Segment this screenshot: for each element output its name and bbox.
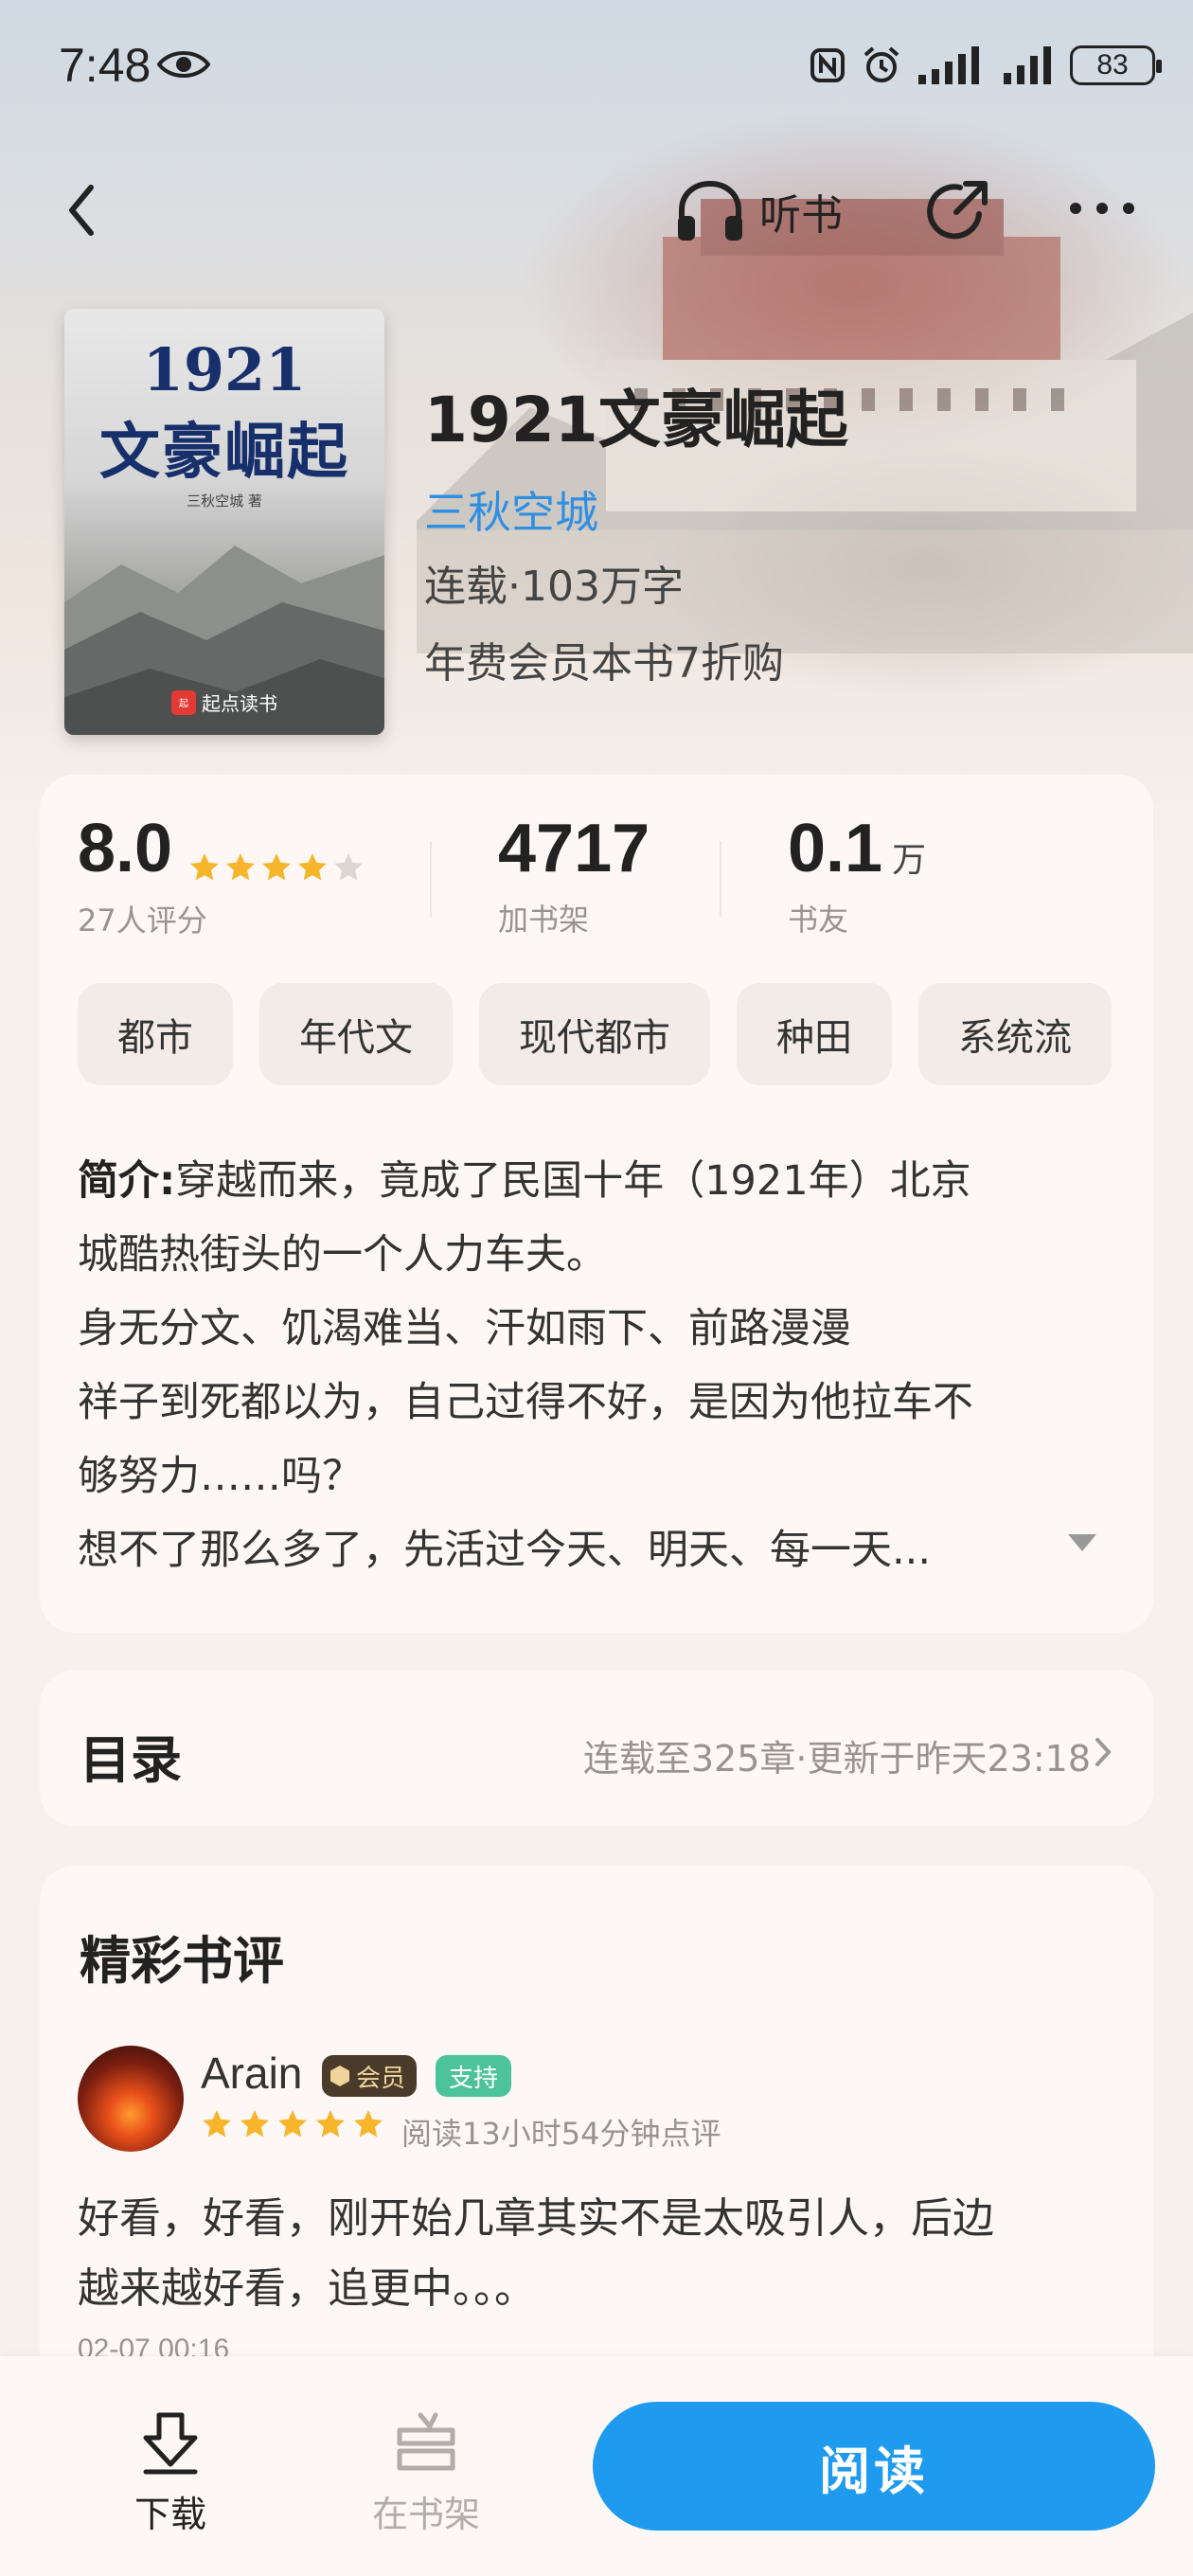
- alarm-icon: [864, 46, 899, 82]
- cover-publisher-logo: 起 起点读书: [64, 689, 384, 716]
- intro-line: 想不了那么多了，先活过今天、明天、每一天...: [78, 1527, 932, 1574]
- bottom-action-bar: 下载 在书架 阅读: [0, 2356, 1193, 2576]
- tag-chip[interactable]: 现代都市: [479, 983, 710, 1085]
- shelf-stat[interactable]: 4717 加书架: [498, 814, 650, 939]
- book-title: 1921文豪崛起: [424, 384, 848, 456]
- signal-icon: [918, 46, 979, 84]
- bookshelf-icon: [397, 2412, 455, 2471]
- rating-stat[interactable]: 8.0 27人评分: [78, 814, 365, 940]
- toc-title: 目录: [80, 1730, 182, 1790]
- reviewer-name[interactable]: Arain: [201, 2048, 302, 2099]
- intro-line: 身无分文、饥渴难当、汗如雨下、前路漫漫: [78, 1305, 851, 1352]
- star-icon: [226, 852, 256, 880]
- review-text-line: 好看，好看，刚开始几章其实不是太吸引人，后边: [78, 2194, 994, 2243]
- rating-stars: [188, 851, 365, 884]
- cover-title-line1: 1921: [142, 335, 307, 404]
- tag-chip[interactable]: 都市: [78, 983, 233, 1085]
- member-promo[interactable]: 年费会员本书7折购: [424, 629, 784, 689]
- tag-chip[interactable]: 种田: [737, 983, 892, 1085]
- headphones-icon: [678, 180, 742, 241]
- fans-label: 书友: [788, 902, 849, 938]
- cover-publisher: 起点读书: [202, 692, 277, 715]
- share-icon[interactable]: [922, 176, 992, 246]
- star-icon: [190, 852, 220, 880]
- review-text-line: 越来越好看，追更中。。。: [78, 2264, 536, 2313]
- download-icon: [143, 2412, 198, 2475]
- nfc-icon: [810, 48, 845, 82]
- download-label: 下载: [134, 2494, 206, 2535]
- review-reading-time: 阅读13小时54分钟点评: [401, 2116, 721, 2152]
- tag-chip[interactable]: 年代文: [259, 983, 453, 1085]
- chevron-right-icon: [1095, 1738, 1112, 1766]
- listen-button[interactable]: 听书: [674, 178, 843, 244]
- review-stars: [201, 2108, 384, 2140]
- status-time: 7:48: [59, 39, 151, 92]
- rating-count-label: 27人评分: [78, 902, 207, 939]
- rating-value: 8.0: [78, 811, 173, 886]
- tag-chip[interactable]: 系统流: [918, 983, 1112, 1085]
- support-badge: 支持: [436, 2055, 512, 2097]
- fans-unit: 万: [892, 841, 927, 880]
- intro-line: 祥子到死都以为，自己过得不好，是因为他拉车不: [78, 1379, 973, 1426]
- read-button[interactable]: 阅读: [593, 2402, 1155, 2531]
- shelf-count: 4717: [498, 811, 650, 886]
- back-icon[interactable]: [59, 180, 106, 241]
- more-icon[interactable]: [1064, 189, 1140, 227]
- bookshelf-button[interactable]: 在书架: [360, 2411, 492, 2553]
- download-button[interactable]: 下载: [114, 2411, 227, 2553]
- star-icon: [334, 852, 364, 880]
- star-icon: [354, 2110, 383, 2138]
- status-bar: 7:48 83: [0, 0, 1193, 133]
- book-cover[interactable]: 1921 文豪崛起 三秋空城 著 起 起点读书: [64, 309, 384, 735]
- signal-icon-2: [1004, 46, 1051, 84]
- bookshelf-label: 在书架: [371, 2494, 480, 2535]
- member-badge: 会员: [322, 2055, 418, 2097]
- fans-stat[interactable]: 0.1 万 书友: [788, 814, 926, 939]
- cover-title-line2: 文豪崛起: [99, 417, 349, 488]
- star-icon: [262, 852, 292, 880]
- toc-update-info: 连载至325章·更新于昨天23:18: [582, 1738, 1091, 1780]
- intro-line: 够努力……吗？: [78, 1453, 363, 1500]
- listen-label: 听书: [759, 191, 843, 240]
- shelf-label: 加书架: [498, 902, 590, 938]
- intro-line: 穿越而来，竟成了民国十年（1921年）北京: [175, 1157, 971, 1205]
- battery-indicator: 83: [1070, 45, 1162, 85]
- review-text[interactable]: 好看，好看，刚开始几章其实不是太吸引人，后边 越来越好看，追更中。。。: [78, 2184, 1119, 2324]
- star-icon: [203, 2110, 231, 2138]
- star-icon: [316, 2110, 345, 2138]
- book-detail-card: 8.0 27人评分 4717 加书架 0.1 万 书友 都市 年代文 现代都市 种…: [40, 775, 1153, 1633]
- star-icon: [278, 2110, 307, 2138]
- book-intro[interactable]: 简介:穿越而来，竟成了民国十年（1921年）北京 城酷热街头的一个人力车夫。 身…: [78, 1144, 1119, 1587]
- book-author-link[interactable]: 三秋空城: [424, 478, 598, 541]
- publisher-logo-icon: 起: [171, 689, 196, 715]
- toc-card[interactable]: 目录 连载至325章·更新于昨天23:18: [40, 1671, 1153, 1826]
- star-icon: [240, 2110, 269, 2138]
- intro-line: 城酷热街头的一个人力车夫。: [78, 1231, 607, 1279]
- fans-value: 0.1: [788, 811, 883, 886]
- member-badge-label: 会员: [356, 2064, 406, 2093]
- book-status-wordcount: 连载·103万字: [424, 563, 684, 611]
- divider: [430, 841, 432, 917]
- reviewer-avatar[interactable]: [78, 2046, 184, 2152]
- tag-list: 都市 年代文 现代都市 种田 系统流: [78, 983, 1112, 1085]
- reviews-title: 精彩书评: [80, 1931, 284, 1991]
- hexagon-badge-icon: [330, 2066, 349, 2086]
- status-icons: 83: [809, 44, 1162, 87]
- cover-author: 三秋空城 著: [187, 492, 262, 510]
- expand-chevron-icon[interactable]: [1066, 1532, 1098, 1553]
- battery-level: 83: [1096, 49, 1129, 80]
- eye-icon: [157, 51, 210, 78]
- divider: [720, 841, 721, 917]
- intro-label: 简介:: [78, 1157, 176, 1205]
- star-icon: [298, 852, 328, 880]
